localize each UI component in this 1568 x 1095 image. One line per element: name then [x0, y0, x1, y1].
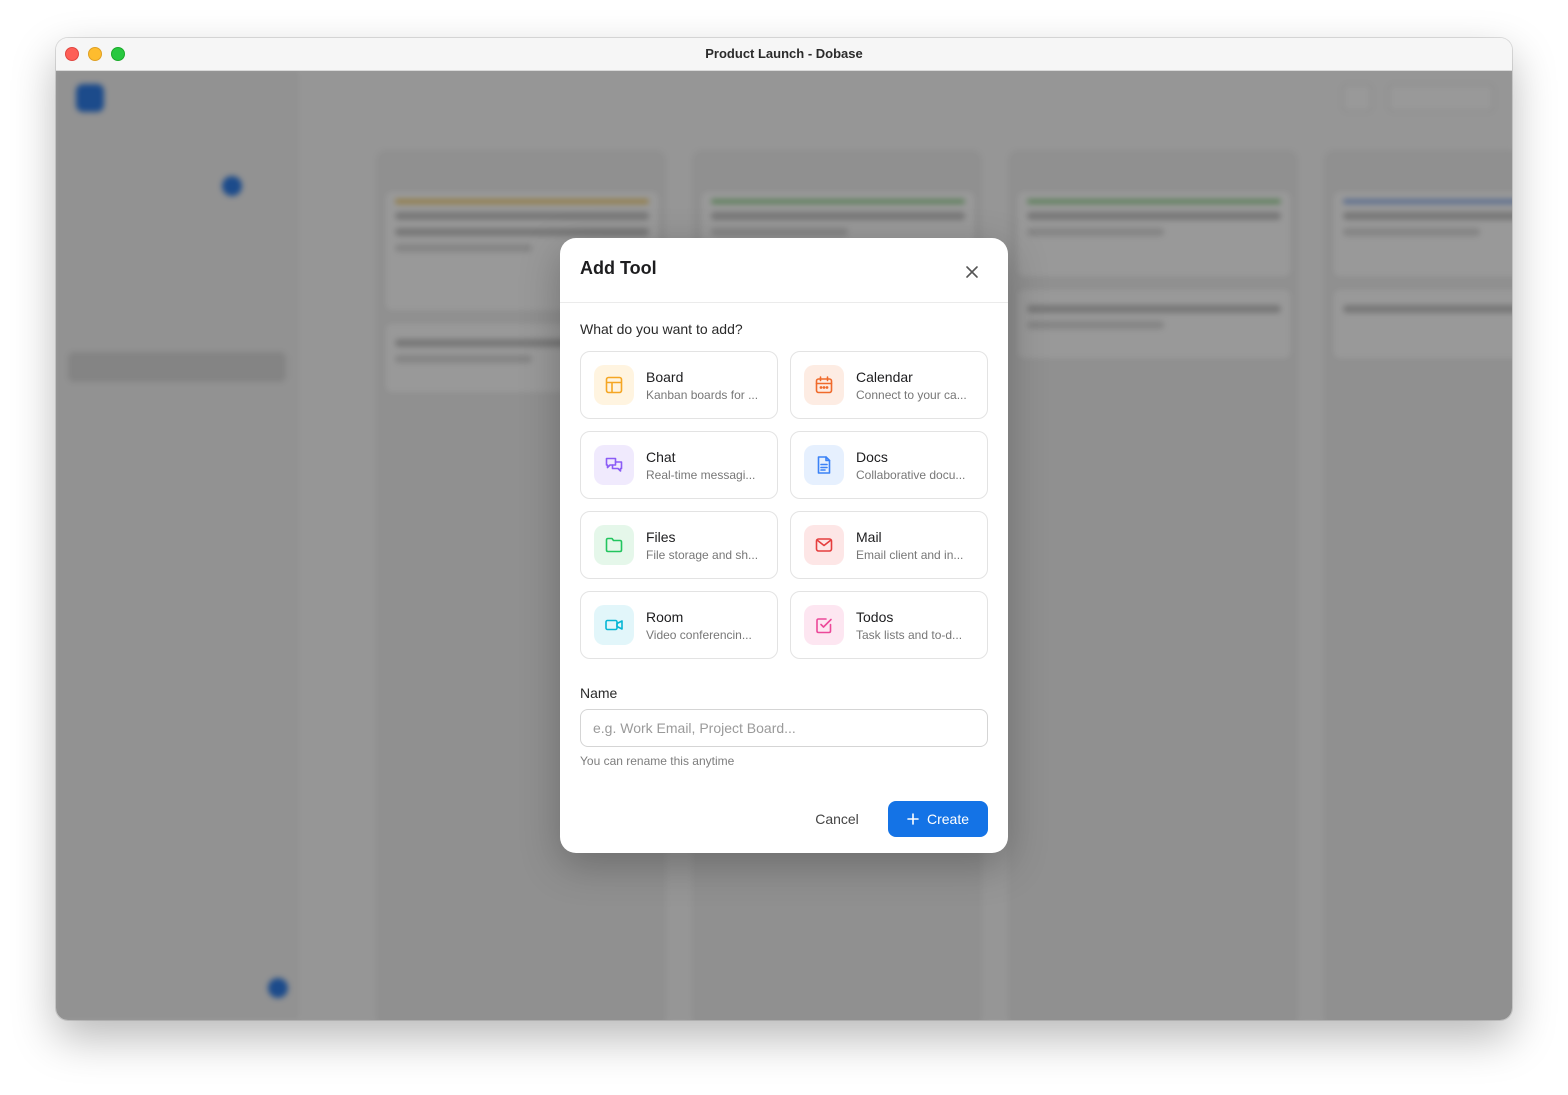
tool-name: Files [646, 529, 676, 545]
tool-description: Email client and in... [856, 548, 964, 562]
dialog-title: Add Tool [580, 258, 657, 278]
tool-description: Connect to your ca... [856, 388, 967, 402]
tool-name: Docs [856, 449, 888, 465]
mail-icon [804, 525, 844, 565]
tool-option-files[interactable]: Files File storage and sh... [580, 511, 778, 579]
tool-description: Kanban boards for ... [646, 388, 759, 402]
cancel-button[interactable]: Cancel [800, 801, 874, 837]
tool-option-docs[interactable]: Docs Collaborative docu... [790, 431, 988, 499]
close-icon [966, 266, 978, 278]
tool-name-input[interactable] [580, 709, 988, 747]
docs-icon [804, 445, 844, 485]
tool-description: File storage and sh... [646, 548, 759, 562]
folder-icon [594, 525, 634, 565]
create-button-label: Create [926, 811, 970, 827]
plus-icon [907, 813, 919, 825]
tool-option-mail[interactable]: Mail Email client and in... [790, 511, 988, 579]
name-hint: You can rename this anytime [580, 754, 735, 768]
tool-option-calendar[interactable]: Calendar Connect to your ca... [790, 351, 988, 419]
name-field-label: Name [580, 685, 618, 701]
chat-icon [594, 445, 634, 485]
tool-option-board[interactable]: Board Kanban boards for ... [580, 351, 778, 419]
dialog-divider [560, 302, 1008, 303]
tool-description: Video conferencin... [646, 628, 752, 642]
close-dialog-button[interactable] [960, 260, 984, 284]
tool-description: Task lists and to-d... [856, 628, 963, 642]
tool-name: Board [646, 369, 684, 385]
title-bar: Product Launch - Dobase [56, 38, 1512, 71]
tool-option-chat[interactable]: Chat Real-time messagi... [580, 431, 778, 499]
tool-description: Collaborative docu... [856, 468, 966, 482]
tool-name: Calendar [856, 369, 913, 385]
video-icon [594, 605, 634, 645]
tool-name: Todos [856, 609, 894, 625]
tool-description: Real-time messagi... [646, 468, 756, 482]
tool-name: Room [646, 609, 684, 625]
todo-check-icon [804, 605, 844, 645]
calendar-icon [804, 365, 844, 405]
tool-option-todos[interactable]: Todos Task lists and to-d... [790, 591, 988, 659]
add-tool-dialog: Add Tool What do you want to add? Board … [560, 238, 1008, 853]
create-button[interactable]: Create [888, 801, 988, 837]
tool-name: Mail [856, 529, 882, 545]
tool-type-label: What do you want to add? [580, 321, 743, 337]
tool-name: Chat [646, 449, 676, 465]
window-title: Product Launch - Dobase [705, 46, 863, 61]
board-icon [594, 365, 634, 405]
tool-option-room[interactable]: Room Video conferencin... [580, 591, 778, 659]
